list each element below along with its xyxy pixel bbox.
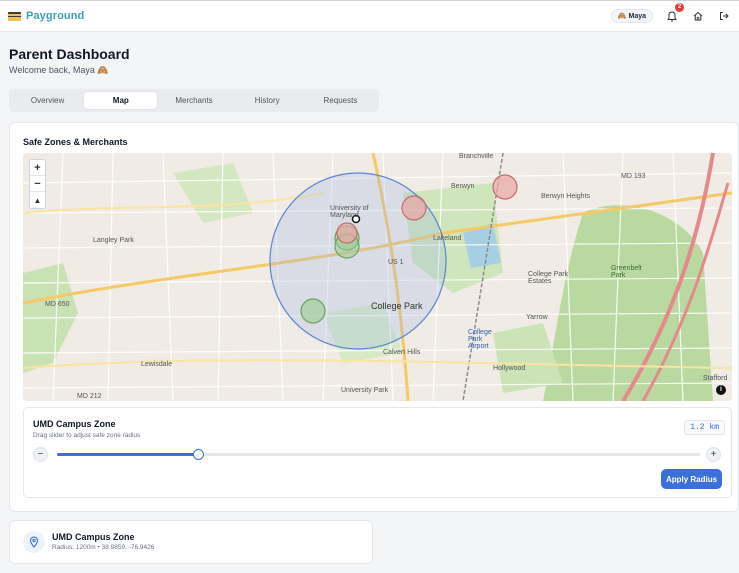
welcome-text: Welcome back, Maya 🙈 [9,65,109,75]
zone-list-name: UMD Campus Zone [52,532,135,542]
map-label-us-1: US 1 [388,259,404,266]
home-button[interactable] [691,9,705,23]
user-name: Maya [628,12,646,20]
logout-button[interactable] [717,9,731,23]
zone-hint: Drag slider to adjust safe zone radius [33,432,141,439]
map-label-hollywood: Hollywood [493,365,526,372]
map-label-md-212: MD 212 [77,393,102,400]
bell-icon [667,10,677,22]
map-label-langley-park: Langley Park [93,237,134,244]
map-label-lakeland: Lakeland [433,235,462,242]
map-label-berwyn: Berwyn [451,183,475,190]
zoom-controls: + − ▲ [29,159,46,209]
zone-list-item[interactable]: UMD Campus Zone Radius: 1200m • 38.9859,… [9,520,373,564]
notification-badge: 2 [675,3,684,12]
app-name: Payground [26,10,85,22]
map-view[interactable]: Branchville Berwyn Berwyn Heights Univer… [23,153,732,401]
user-pill[interactable]: 🙈 Maya [610,9,653,23]
wallet-icon [8,11,21,21]
zone-name: UMD Campus Zone [33,419,116,429]
top-bar: Payground 🙈 Maya 2 [0,0,739,32]
decrease-radius-button[interactable]: − [33,447,48,462]
map-label-university-park: University Park [341,387,389,394]
logout-icon [720,12,729,20]
increase-radius-button[interactable]: + [706,447,721,462]
map-label-branchville: Branchville [459,153,494,160]
card-title: Safe Zones & Merchants [23,137,128,147]
map-label-college-park-airport: College Park Airport [468,329,492,350]
map-label-lewisdale: Lewisdale [141,361,173,368]
zone-list-detail: Radius: 1200m • 38.9859, -76.9426 [52,544,155,551]
safe-zones-card: Safe Zones & Merchants Branchville Berwy… [9,122,739,512]
info-icon[interactable]: i [716,385,726,395]
slider-thumb[interactable] [193,449,205,460]
tab-overview[interactable]: Overview [11,92,84,109]
location-pin-icon [23,531,45,553]
map-label-calvert-hills: Calvert Hills [383,349,421,356]
avatar-icon: 🙈 [617,13,627,20]
map-label-greenbelt-park: Greenbelt Park [611,265,642,279]
map-label-md-650: MD 650 [45,301,70,308]
map-label-university: University of Maryland [330,205,369,219]
slider-fill [57,453,199,456]
map-label-college-park-estates: College Park Estates [528,271,569,285]
app-logo[interactable]: Payground [8,10,84,22]
map-label-berwyn-heights: Berwyn Heights [541,193,591,200]
map-label-college-park: College Park [371,301,423,311]
notifications-button[interactable]: 2 [665,3,684,23]
home-icon [693,11,703,21]
compass-icon[interactable]: ▲ [30,192,45,208]
tab-merchants[interactable]: Merchants [157,92,230,109]
page-title: Parent Dashboard [9,46,130,62]
zoom-out-button[interactable]: − [30,176,45,192]
map-label-md-193: MD 193 [621,173,646,180]
tab-bar: Overview Map Merchants History Requests [9,89,379,112]
zone-radius-panel: UMD Campus Zone Drag slider to adjust sa… [23,407,732,498]
radius-value: 1.2 km [684,420,725,435]
tab-history[interactable]: History [231,92,304,109]
tab-requests[interactable]: Requests [304,92,377,109]
apply-radius-button[interactable]: Apply Radius [661,469,722,489]
radius-slider[interactable] [57,449,700,460]
zoom-in-button[interactable]: + [30,160,45,176]
map-label-stafford: Stafford [703,375,728,382]
map-label-yarrow: Yarrow [526,314,548,321]
tab-map[interactable]: Map [84,92,158,109]
